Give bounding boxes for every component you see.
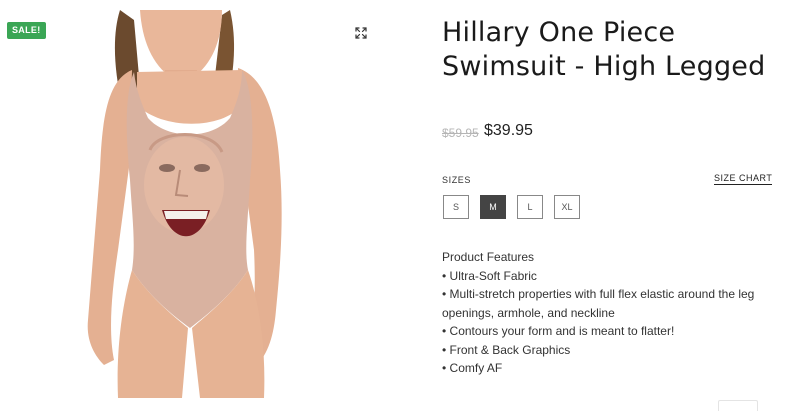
- feature-item: Ultra-Soft Fabric: [442, 267, 782, 286]
- size-option-l[interactable]: L: [517, 195, 543, 219]
- expand-icon[interactable]: [355, 27, 367, 39]
- features-title: Product Features: [442, 250, 535, 264]
- size-option-s[interactable]: S: [443, 195, 469, 219]
- feature-item: Comfy AF: [442, 359, 782, 378]
- sale-badge: SALE!: [7, 22, 46, 39]
- feature-item: Contours your form and is meant to flatt…: [442, 322, 782, 341]
- product-features: Product Features Ultra-Soft Fabric Multi…: [442, 248, 782, 378]
- sale-price: $39.95: [484, 122, 533, 139]
- size-chart-link[interactable]: SIZE CHART: [714, 173, 773, 185]
- sizes-label: SIZES: [442, 175, 472, 185]
- product-gallery: SALE!: [0, 0, 400, 411]
- original-price: $59.95: [442, 126, 479, 140]
- feature-item: Multi-stretch properties with full flex …: [442, 285, 782, 322]
- product-title: Hillary One Piece Swimsuit - High Legged: [442, 17, 766, 82]
- quantity-box[interactable]: [718, 400, 758, 411]
- size-option-m[interactable]: M: [480, 195, 506, 219]
- feature-item: Front & Back Graphics: [442, 341, 782, 360]
- product-image[interactable]: [72, 10, 312, 398]
- size-option-xl[interactable]: XL: [554, 195, 580, 219]
